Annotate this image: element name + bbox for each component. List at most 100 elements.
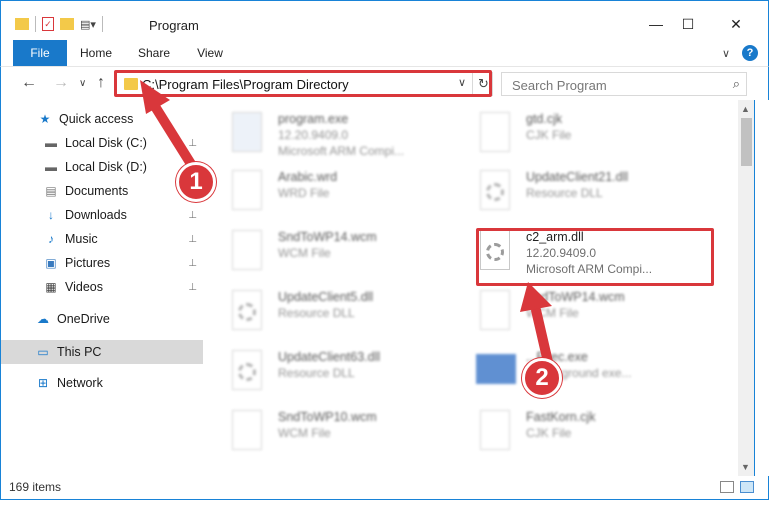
up-icon[interactable]: ↑ bbox=[97, 74, 105, 92]
sidebar-item-label: This PC bbox=[57, 345, 102, 359]
file-icon bbox=[232, 230, 262, 270]
vertical-scrollbar[interactable]: ▲ ▼ bbox=[738, 100, 755, 476]
help-icon[interactable]: ? bbox=[742, 45, 758, 61]
tiles-view-icon[interactable] bbox=[740, 481, 754, 493]
search-placeholder: Search Program bbox=[512, 78, 607, 93]
file-icon bbox=[232, 170, 262, 210]
details-view-icon[interactable] bbox=[720, 481, 734, 493]
search-icon[interactable]: ⌕ bbox=[733, 76, 740, 92]
list-item[interactable]: program.exe 12.20.9409.0 Microsoft ARM C… bbox=[206, 106, 446, 162]
item-count: 169 items bbox=[9, 480, 62, 494]
tab-file[interactable]: File bbox=[13, 40, 67, 66]
tab-share[interactable]: Share bbox=[133, 40, 175, 66]
divider bbox=[101, 16, 103, 32]
step-1-marker: 1 bbox=[176, 162, 216, 202]
step-2-marker: 2 bbox=[522, 358, 562, 398]
file-name: SndToWP10.wcm bbox=[278, 410, 377, 424]
pin-icon[interactable]: ⊥ bbox=[188, 234, 197, 245]
file-type: CJK File bbox=[526, 128, 572, 142]
back-icon[interactable]: ← bbox=[21, 74, 37, 92]
tab-view[interactable]: View bbox=[189, 40, 231, 66]
close-button[interactable]: ✕ bbox=[713, 9, 759, 39]
forward-icon[interactable]: → bbox=[53, 74, 69, 92]
scroll-down-icon[interactable]: ▼ bbox=[741, 462, 750, 472]
list-item[interactable]: UpdateClient21.dll Resource DLL bbox=[454, 164, 694, 220]
file-name: SndToWP14.wcm bbox=[526, 290, 625, 304]
file-name: gtd.cjk bbox=[526, 112, 563, 126]
list-item[interactable]: UpdateClient5.dll Resource DLL bbox=[206, 284, 446, 340]
properties-icon[interactable]: ✓ bbox=[42, 17, 54, 31]
maximize-button[interactable]: ☐ bbox=[665, 9, 711, 39]
customize-toolbar-icon[interactable]: ▤▾ bbox=[80, 18, 96, 31]
dll-file-icon bbox=[232, 350, 262, 390]
pin-icon[interactable]: ⊥ bbox=[188, 210, 197, 221]
sidebar-item-music[interactable]: ♪ Music ⊥ bbox=[1, 228, 205, 250]
file-type: Resource DLL bbox=[278, 306, 355, 320]
sidebar-item-quick-access[interactable]: ★ Quick access bbox=[1, 108, 205, 130]
documents-icon: ▤ bbox=[45, 184, 57, 198]
drive-icon: ▬ bbox=[45, 136, 57, 150]
pin-icon[interactable]: ⊥ bbox=[188, 282, 197, 293]
file-highlight-box bbox=[476, 228, 714, 286]
new-folder-icon[interactable] bbox=[60, 18, 74, 30]
file-name: FastKorn.cjk bbox=[526, 410, 596, 424]
sidebar-item-label: Network bbox=[57, 376, 103, 390]
list-item[interactable]: gtd.cjk CJK File bbox=[454, 106, 694, 162]
list-item[interactable]: SndToWP14.wcm WCM File bbox=[206, 224, 446, 280]
dll-file-icon bbox=[480, 170, 510, 210]
sidebar-item-local-disk-d[interactable]: ▬ Local Disk (D:) bbox=[1, 156, 205, 178]
computer-icon: ▭ bbox=[37, 345, 49, 359]
pin-icon[interactable]: ⊥ bbox=[188, 258, 197, 269]
tab-home[interactable]: Home bbox=[75, 40, 117, 66]
sidebar-item-label: Videos bbox=[65, 280, 103, 294]
exe-file-icon bbox=[476, 354, 516, 384]
pin-icon[interactable]: ⊥ bbox=[188, 138, 197, 149]
file-icon bbox=[480, 290, 510, 330]
file-icon bbox=[480, 112, 510, 152]
expand-ribbon-icon[interactable]: ∨ bbox=[722, 47, 730, 60]
list-item[interactable]: ...Exec.exe ...background exe... bbox=[454, 344, 694, 400]
sidebar-item-network[interactable]: ⊞ Network bbox=[1, 372, 205, 394]
search-input[interactable]: Search Program ⌕ bbox=[501, 72, 747, 96]
list-item[interactable]: UpdateClient63.dll Resource DLL bbox=[206, 344, 446, 400]
sidebar-item-downloads[interactable]: ↓ Downloads ⊥ bbox=[1, 204, 205, 226]
sidebar-item-documents[interactable]: ▤ Documents ⊥ bbox=[1, 180, 205, 202]
file-type: WCM File bbox=[526, 306, 579, 320]
list-item[interactable]: SndToWP10.wcm WCM File bbox=[206, 404, 446, 460]
navigation-pane: ★ Quick access ▬ Local Disk (C:) ⊥ ▬ Loc… bbox=[0, 100, 206, 476]
sidebar-item-this-pc[interactable]: ▭ This PC bbox=[1, 340, 203, 364]
status-bar: 169 items bbox=[0, 476, 769, 500]
file-type: WCM File bbox=[278, 426, 331, 440]
title-bar: ✓ ▤▾ Program — ☐ ✕ bbox=[0, 0, 769, 40]
file-type: Resource DLL bbox=[526, 186, 603, 200]
drive-icon: ▬ bbox=[45, 160, 57, 174]
list-item[interactable]: SndToWP14.wcm WCM File bbox=[454, 284, 694, 340]
file-list: program.exe 12.20.9409.0 Microsoft ARM C… bbox=[206, 100, 738, 476]
sidebar-item-label: Pictures bbox=[65, 256, 111, 270]
dll-file-icon bbox=[232, 290, 262, 330]
file-name: Arabic.wrd bbox=[278, 170, 338, 184]
list-item[interactable]: FastKorn.cjk CJK File bbox=[454, 404, 694, 460]
file-icon bbox=[232, 410, 262, 450]
sidebar-item-label: OneDrive bbox=[57, 312, 110, 326]
sidebar-item-label: Local Disk (D:) bbox=[65, 160, 147, 174]
music-icon: ♪ bbox=[48, 232, 54, 246]
view-toggle bbox=[720, 481, 754, 493]
sidebar-item-pictures[interactable]: ▣ Pictures ⊥ bbox=[1, 252, 205, 274]
videos-icon: ▦ bbox=[45, 280, 57, 294]
sidebar-item-videos[interactable]: ▦ Videos ⊥ bbox=[1, 276, 205, 298]
window-title: Program bbox=[149, 18, 199, 33]
recent-locations-icon[interactable]: ∨ bbox=[79, 78, 86, 89]
folder-icon[interactable] bbox=[15, 18, 29, 30]
sidebar-item-onedrive[interactable]: ☁ OneDrive bbox=[1, 308, 205, 330]
file-name: UpdateClient63.dll bbox=[278, 350, 381, 364]
file-type: CJK File bbox=[526, 426, 572, 440]
star-icon: ★ bbox=[39, 112, 51, 126]
scroll-thumb[interactable] bbox=[741, 118, 752, 166]
list-item[interactable]: Arabic.wrd WRD File bbox=[206, 164, 446, 220]
scroll-up-icon[interactable]: ▲ bbox=[741, 104, 750, 114]
file-type: Resource DLL bbox=[278, 366, 355, 380]
sidebar-item-local-disk-c[interactable]: ▬ Local Disk (C:) ⊥ bbox=[1, 132, 205, 154]
sidebar-item-label: Music bbox=[65, 232, 98, 246]
file-icon bbox=[480, 410, 510, 450]
